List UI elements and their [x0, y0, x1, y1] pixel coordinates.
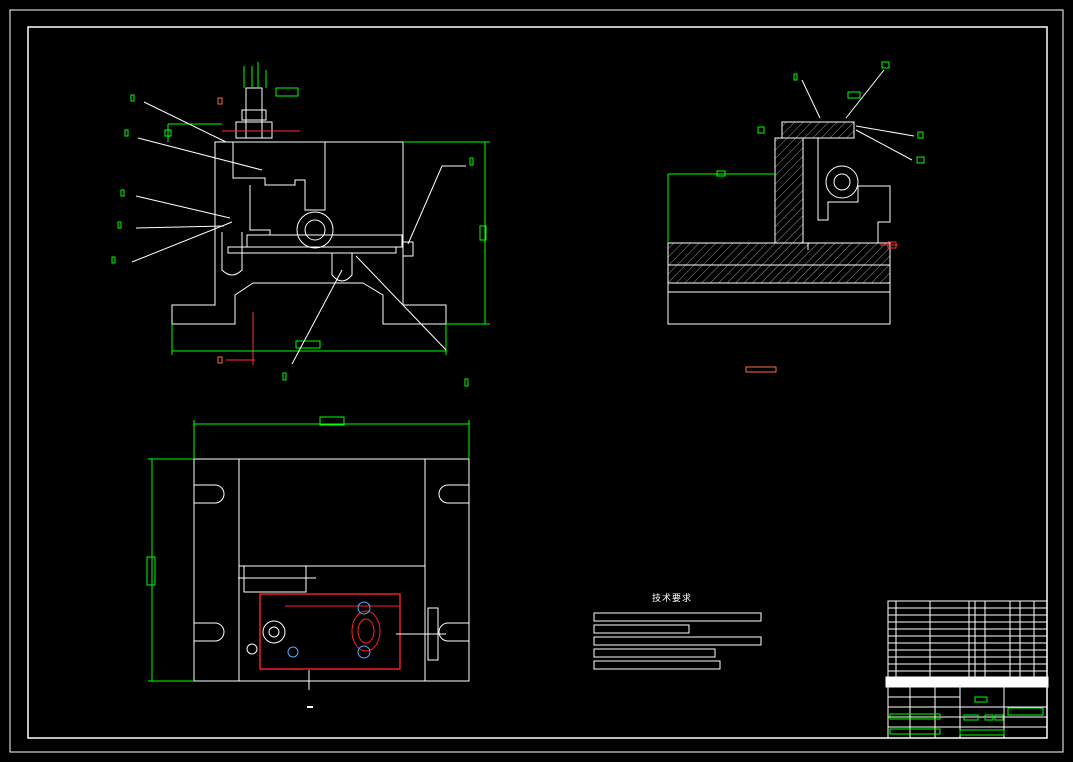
- req-line-3: [593, 636, 762, 646]
- top-clamp-rail: [243, 565, 307, 593]
- req-line-4: [593, 648, 716, 658]
- side-balloon-3: [917, 131, 924, 139]
- side-left-box: [757, 126, 765, 134]
- side-column: [774, 137, 804, 244]
- side-balloon-4: [916, 156, 925, 164]
- slot-tl: [194, 484, 225, 504]
- side-base-hatch: [667, 242, 891, 266]
- balloon-8: [469, 157, 474, 166]
- top-dim-v-box: [146, 556, 156, 586]
- balloon-5: [111, 256, 116, 264]
- side-workpiece-inner: [833, 173, 851, 191]
- top-circle-b: [268, 626, 280, 638]
- top-circle-a: [262, 620, 286, 644]
- front-base: [171, 141, 447, 325]
- right-screw: [402, 241, 414, 257]
- req-line-2: [593, 624, 690, 634]
- req-line-5: [593, 660, 721, 670]
- top-bolt-4: [246, 643, 258, 655]
- inner-frame: [27, 26, 1048, 739]
- parts-list: [887, 600, 1048, 678]
- balloon-4: [117, 221, 122, 229]
- title-green-8: [959, 729, 1005, 736]
- cad-drawing-canvas: [9, 9, 1064, 753]
- side-base-hatch-2: [667, 264, 891, 284]
- side-balloon-2: [881, 61, 890, 69]
- balloon-7: [464, 378, 469, 387]
- outer-border: [9, 9, 1064, 753]
- top-red-clamp: [259, 593, 401, 670]
- title-header-bar: [885, 676, 1049, 688]
- front-view: [111, 62, 490, 387]
- leader-3: [135, 195, 231, 219]
- label-box-top: [275, 87, 299, 97]
- balloon-2: [124, 129, 129, 137]
- side-leader-2: [845, 69, 885, 119]
- title-green-7: [889, 728, 941, 735]
- side-label-box: [745, 366, 777, 373]
- leader-4: [135, 225, 225, 229]
- dim-bottom-box: [295, 340, 321, 349]
- clamp-head: [235, 121, 273, 139]
- leader-6: [291, 269, 343, 365]
- workpiece-inner: [304, 219, 326, 241]
- leader-7: [355, 255, 447, 351]
- title-green-1: [974, 696, 988, 703]
- balloon-3: [120, 189, 125, 197]
- side-balloon-1: [793, 73, 798, 81]
- side-workpiece-outer: [825, 165, 859, 199]
- slot-bl: [194, 622, 225, 642]
- side-top-box: [847, 91, 861, 99]
- side-top: [781, 121, 855, 139]
- balloon-6: [282, 372, 287, 381]
- leader-2: [137, 137, 263, 171]
- top-red-ellipse-1: [351, 610, 381, 652]
- side-bracket: [807, 138, 891, 250]
- workpiece-outer: [296, 211, 334, 249]
- req-line-1: [593, 612, 762, 622]
- title-green-2: [1007, 707, 1044, 716]
- front-bracket-left: [248, 185, 271, 236]
- top-bolt-2: [357, 645, 371, 659]
- bottom-pin: [331, 253, 353, 282]
- front-red-mark-top: [217, 97, 223, 105]
- top-bolt-1: [357, 601, 371, 615]
- top-view: [146, 416, 470, 708]
- front-red-mark: [217, 356, 223, 364]
- tech-requirements: [593, 612, 762, 670]
- top-red-frame: [285, 594, 401, 607]
- slot-br: [438, 622, 469, 642]
- leader-8: [407, 165, 443, 245]
- top-red-ellipse-2: [357, 618, 375, 644]
- leader-1: [143, 101, 227, 143]
- side-leader-1: [801, 79, 821, 119]
- slot-tr: [438, 484, 469, 504]
- front-bracket: [232, 142, 326, 211]
- top-bolt-3: [287, 646, 299, 658]
- side-section-view: [667, 61, 925, 373]
- balloon-1: [130, 94, 135, 102]
- title-block: [885, 600, 1049, 739]
